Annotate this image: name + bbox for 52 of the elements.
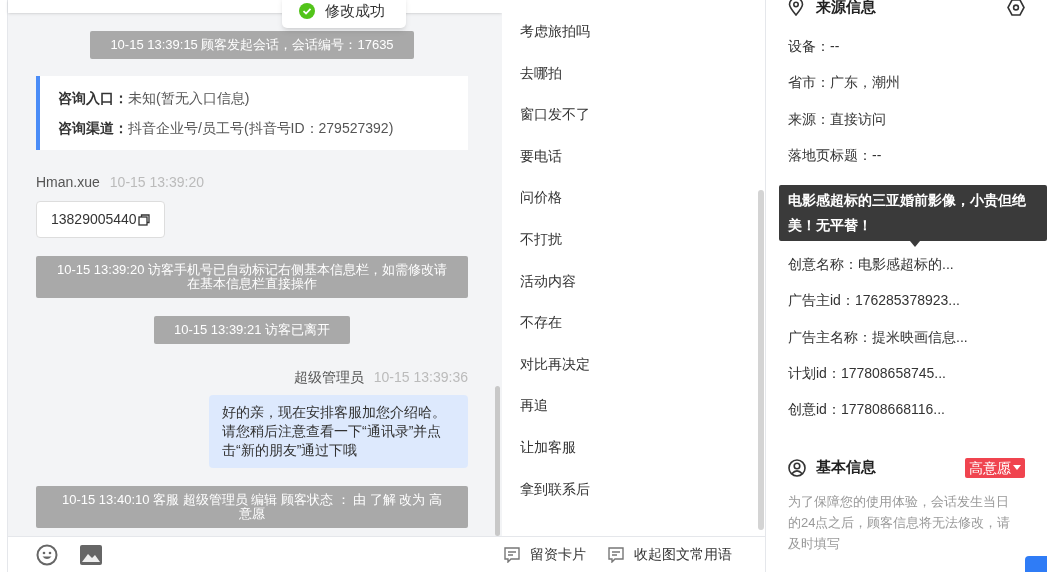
- message-time: 10-15 13:39:36: [373, 368, 468, 387]
- source-info-row-text: 广告主id：176285378923...: [788, 291, 961, 311]
- quick-phrase[interactable]: 不打扰: [520, 230, 562, 247]
- quick-phrase[interactable]: 拿到联系后: [520, 480, 590, 497]
- system-message: 10-15 13:39:21 访客已离开: [153, 316, 351, 344]
- toolbar-button[interactable]: 留资卡片: [504, 544, 586, 565]
- quick-phrase[interactable]: 让加客服: [520, 438, 576, 455]
- image-icon[interactable]: [80, 544, 102, 565]
- quick-phrase[interactable]: 去哪拍: [520, 64, 562, 81]
- info-label: 咨询渠道：: [58, 119, 128, 138]
- success-icon: [299, 3, 315, 19]
- info-value: 未知(暂无入口信息): [128, 89, 250, 108]
- notice-text: 为了保障您的使用体验，会话发生当日的24点之后，顾客信息将无法修改，请及时填写: [788, 492, 1012, 553]
- sender-name: Hman.xue: [36, 173, 100, 192]
- quick-phrase[interactable]: 要电话: [520, 147, 562, 164]
- emoji-icon[interactable]: [36, 543, 58, 566]
- source-info-row-text: 省市：广东，潮州: [788, 73, 901, 93]
- message-icon: [504, 546, 520, 563]
- info-label: 咨询入口：: [58, 89, 128, 108]
- source-info-row-text: 落地页标题：--: [788, 145, 883, 165]
- quick-phrase[interactable]: 活动内容: [520, 272, 576, 289]
- quick-phrase[interactable]: 对比再决定: [520, 355, 590, 372]
- sender-name: 超级管理员: [293, 368, 364, 387]
- agent-message-bubble: 好的亲，现在安排客服加您介绍哈。请您稍后注意查看一下“通讯录”并点击“新的朋友”通过下哦: [209, 395, 468, 468]
- tooltip: 电影感超标的三亚婚前影像，小贵但绝美！无平替！: [779, 185, 1047, 241]
- quick-phrase[interactable]: 窗口发不了: [520, 106, 590, 123]
- source-info-row-text: 广告主名称：提米映画信息...: [788, 327, 969, 347]
- message-time: 10-15 13:39:20: [109, 173, 204, 192]
- section-title: 基本信息: [816, 457, 876, 478]
- settings-icon[interactable]: [1007, 0, 1025, 16]
- source-info-row-text: 设备：--: [788, 37, 841, 56]
- system-message: 10-15 13:39:15 顾客发起会话，会话编号：17635: [90, 31, 414, 59]
- toolbar-button[interactable]: 收起图文常用语: [608, 544, 732, 565]
- source-info-row-text: 创意id：177808668116...: [788, 400, 946, 420]
- caret-down-icon: [1013, 464, 1021, 471]
- toast-message: 修改成功: [325, 0, 385, 21]
- user-icon: [788, 458, 806, 477]
- quick-phrase[interactable]: 考虑旅拍吗: [520, 23, 590, 39]
- quick-phrase[interactable]: 再追: [520, 397, 548, 414]
- source-info-row-text: 来源：直接访问: [788, 109, 887, 129]
- quick-phrase[interactable]: 问价格: [520, 189, 562, 206]
- quick-phrase[interactable]: 不存在: [520, 314, 562, 331]
- intent-dropdown[interactable]: 高意愿: [965, 457, 1025, 478]
- info-value: 抖音企业号/员工号(抖音号ID：279527392): [128, 119, 394, 138]
- copy-icon[interactable]: [137, 213, 150, 226]
- system-message: 10-15 13:40:10 客服 超级管理员 编辑 顾客状态 ： 由 了解 改为 高意愿: [36, 486, 468, 528]
- message-icon: [608, 546, 624, 563]
- location-pin-icon: [788, 0, 804, 16]
- source-info-row-text: 创意名称：电影感超标的...: [788, 255, 955, 275]
- phone-number: 13829005440: [51, 210, 137, 229]
- source-info-row-text: 计划id：177808658745...: [788, 363, 947, 383]
- system-message: 10-15 13:39:20 访客手机号已自动标记右侧基本信息栏，如需修改请在基本信息栏直接操作: [36, 256, 468, 298]
